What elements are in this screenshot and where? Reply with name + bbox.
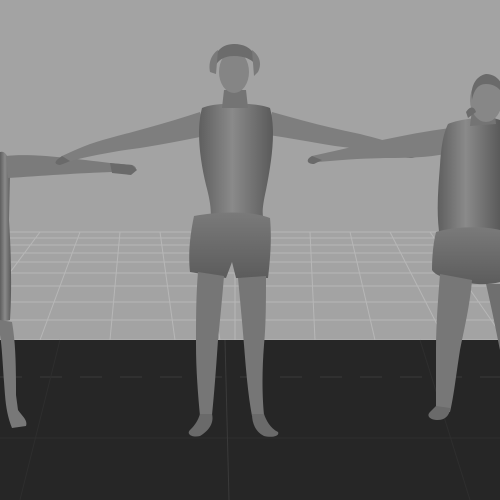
viewport-canvas[interactable] [0,0,500,500]
3d-viewport[interactable] [0,0,500,500]
